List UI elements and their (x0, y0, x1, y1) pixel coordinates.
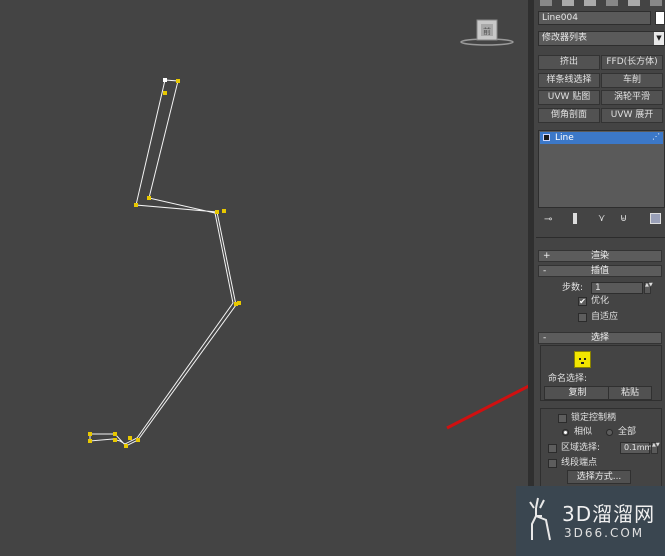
hierarchy-tab-icon[interactable] (584, 0, 596, 6)
modifier-button-bevel-profile[interactable]: 倒角剖面 (538, 108, 600, 123)
object-name-field[interactable]: Line004 (538, 11, 651, 25)
remove-modifier-icon[interactable]: ⊌ (620, 213, 627, 224)
viewport[interactable]: 前 (0, 0, 528, 556)
steps-spinner-arrows-icon[interactable]: ▲▼ (644, 282, 653, 294)
area-select-spinner[interactable]: 0.1mm (620, 442, 652, 454)
vertex[interactable] (176, 79, 180, 83)
panel-tab-bar (538, 0, 664, 8)
command-panel: Line004 修改器列表 ▼ 挤出 FFD(长方体) 样条线选择 车削 UVW… (534, 0, 665, 556)
rollout-interpolation[interactable]: - 插值 (538, 265, 662, 277)
paste-button[interactable]: 粘贴 (608, 386, 652, 400)
all-label: 全部 (618, 427, 637, 437)
stack-item-icon (543, 134, 550, 141)
pin-stack-icon[interactable]: ⊸ (544, 214, 552, 225)
rollout-minus-icon: - (543, 333, 547, 343)
stack-item-label: Line (555, 133, 574, 143)
vertex[interactable] (124, 444, 128, 448)
rollout-minus-icon: - (543, 266, 547, 276)
modifier-button-ffd-box[interactable]: FFD(长方体) (601, 55, 663, 70)
spline-outline[interactable] (89, 79, 237, 447)
vertex[interactable] (237, 301, 241, 305)
modifier-button-lathe[interactable]: 车削 (601, 73, 663, 88)
vertex-subobject-icon[interactable] (574, 351, 591, 368)
vertex-first[interactable] (163, 78, 167, 82)
lock-handles-checkbox[interactable] (558, 414, 567, 423)
viewcube-icon[interactable]: 前 (460, 19, 514, 46)
vertex[interactable] (128, 436, 132, 440)
modifier-button-turbosmooth[interactable]: 涡轮平滑 (601, 90, 663, 105)
vertex[interactable] (134, 203, 138, 207)
modifier-button-spline-select[interactable]: 样条线选择 (538, 73, 600, 88)
watermark-subtext: 3D66.COM (564, 526, 645, 540)
vertex[interactable] (113, 438, 117, 442)
area-select-label: 区域选择: (561, 443, 601, 453)
lock-handles-label: 锁定控制柄 (571, 413, 617, 423)
modify-tab-icon[interactable] (562, 0, 574, 6)
similar-label: 相似 (574, 427, 593, 437)
svg-text:前: 前 (483, 26, 491, 36)
rollout-rendering[interactable]: + 渲染 (538, 250, 662, 262)
vertex[interactable] (147, 196, 151, 200)
show-end-result-icon[interactable] (573, 213, 577, 224)
spline-canvas[interactable]: 前 (0, 0, 528, 556)
steps-spinner[interactable]: 1 (591, 282, 643, 294)
modifier-button-unwrap-uvw[interactable]: UVW 展开 (601, 108, 663, 123)
watermark-3d66: 3D溜溜网 3D66.COM (516, 486, 665, 556)
display-tab-icon[interactable] (628, 0, 640, 6)
copy-button[interactable]: 复制 (544, 386, 611, 400)
similar-radio[interactable] (562, 429, 569, 436)
rollout-rendering-label: 渲染 (590, 251, 609, 261)
optimize-label: 优化 (591, 296, 610, 306)
stack-toolbar: ⊸ ⋎ ⊌ (538, 212, 665, 228)
optimize-checkbox[interactable]: ✔ (578, 297, 587, 306)
create-tab-icon[interactable] (540, 0, 552, 6)
rollout-interpolation-label: 插值 (590, 266, 609, 276)
modifier-stack[interactable]: Line ⋰ (538, 130, 665, 208)
make-unique-icon[interactable]: ⋎ (598, 213, 605, 224)
rollout-selection[interactable]: - 选择 (538, 332, 662, 344)
vertex[interactable] (222, 209, 226, 213)
panel-divider (536, 237, 665, 238)
modifier-button-uvw-map[interactable]: UVW 贴图 (538, 90, 600, 105)
area-select-checkbox[interactable] (548, 444, 557, 453)
named-selection-label: 命名选择: (548, 374, 588, 384)
object-color-swatch[interactable] (655, 11, 665, 25)
modifier-button-extrude[interactable]: 挤出 (538, 55, 600, 70)
deer-logo-icon (529, 497, 551, 541)
modifier-list-dropdown[interactable]: 修改器列表 ▼ (538, 31, 665, 46)
vertex[interactable] (163, 91, 167, 95)
adaptive-label: 自适应 (591, 312, 619, 322)
configure-sets-icon[interactable] (650, 213, 661, 224)
stack-item-line[interactable]: Line ⋰ (540, 132, 663, 144)
select-by-button[interactable]: 选择方式... (567, 470, 631, 484)
area-spinner-arrows-icon[interactable]: ▲▼ (651, 442, 660, 454)
annotation-arrow (446, 384, 528, 430)
vertex[interactable] (88, 439, 92, 443)
vertex[interactable] (113, 432, 117, 436)
stack-item-collapse-icon[interactable]: ⋰ (652, 132, 660, 142)
steps-label: 步数: (562, 283, 584, 293)
vertex[interactable] (136, 438, 140, 442)
utilities-tab-icon[interactable] (650, 0, 662, 6)
modifier-list-label: 修改器列表 (542, 33, 588, 43)
vertex[interactable] (88, 432, 92, 436)
adaptive-checkbox[interactable] (578, 313, 587, 322)
segment-end-label: 线段端点 (561, 458, 598, 468)
rollout-selection-label: 选择 (590, 333, 609, 343)
watermark-text: 3D溜溜网 (562, 502, 656, 526)
segment-end-checkbox[interactable] (548, 459, 557, 468)
chevron-down-icon[interactable]: ▼ (654, 32, 664, 45)
rollout-plus-icon: + (543, 251, 551, 261)
all-radio[interactable] (606, 429, 613, 436)
vertex[interactable] (215, 210, 219, 214)
motion-tab-icon[interactable] (606, 0, 618, 6)
